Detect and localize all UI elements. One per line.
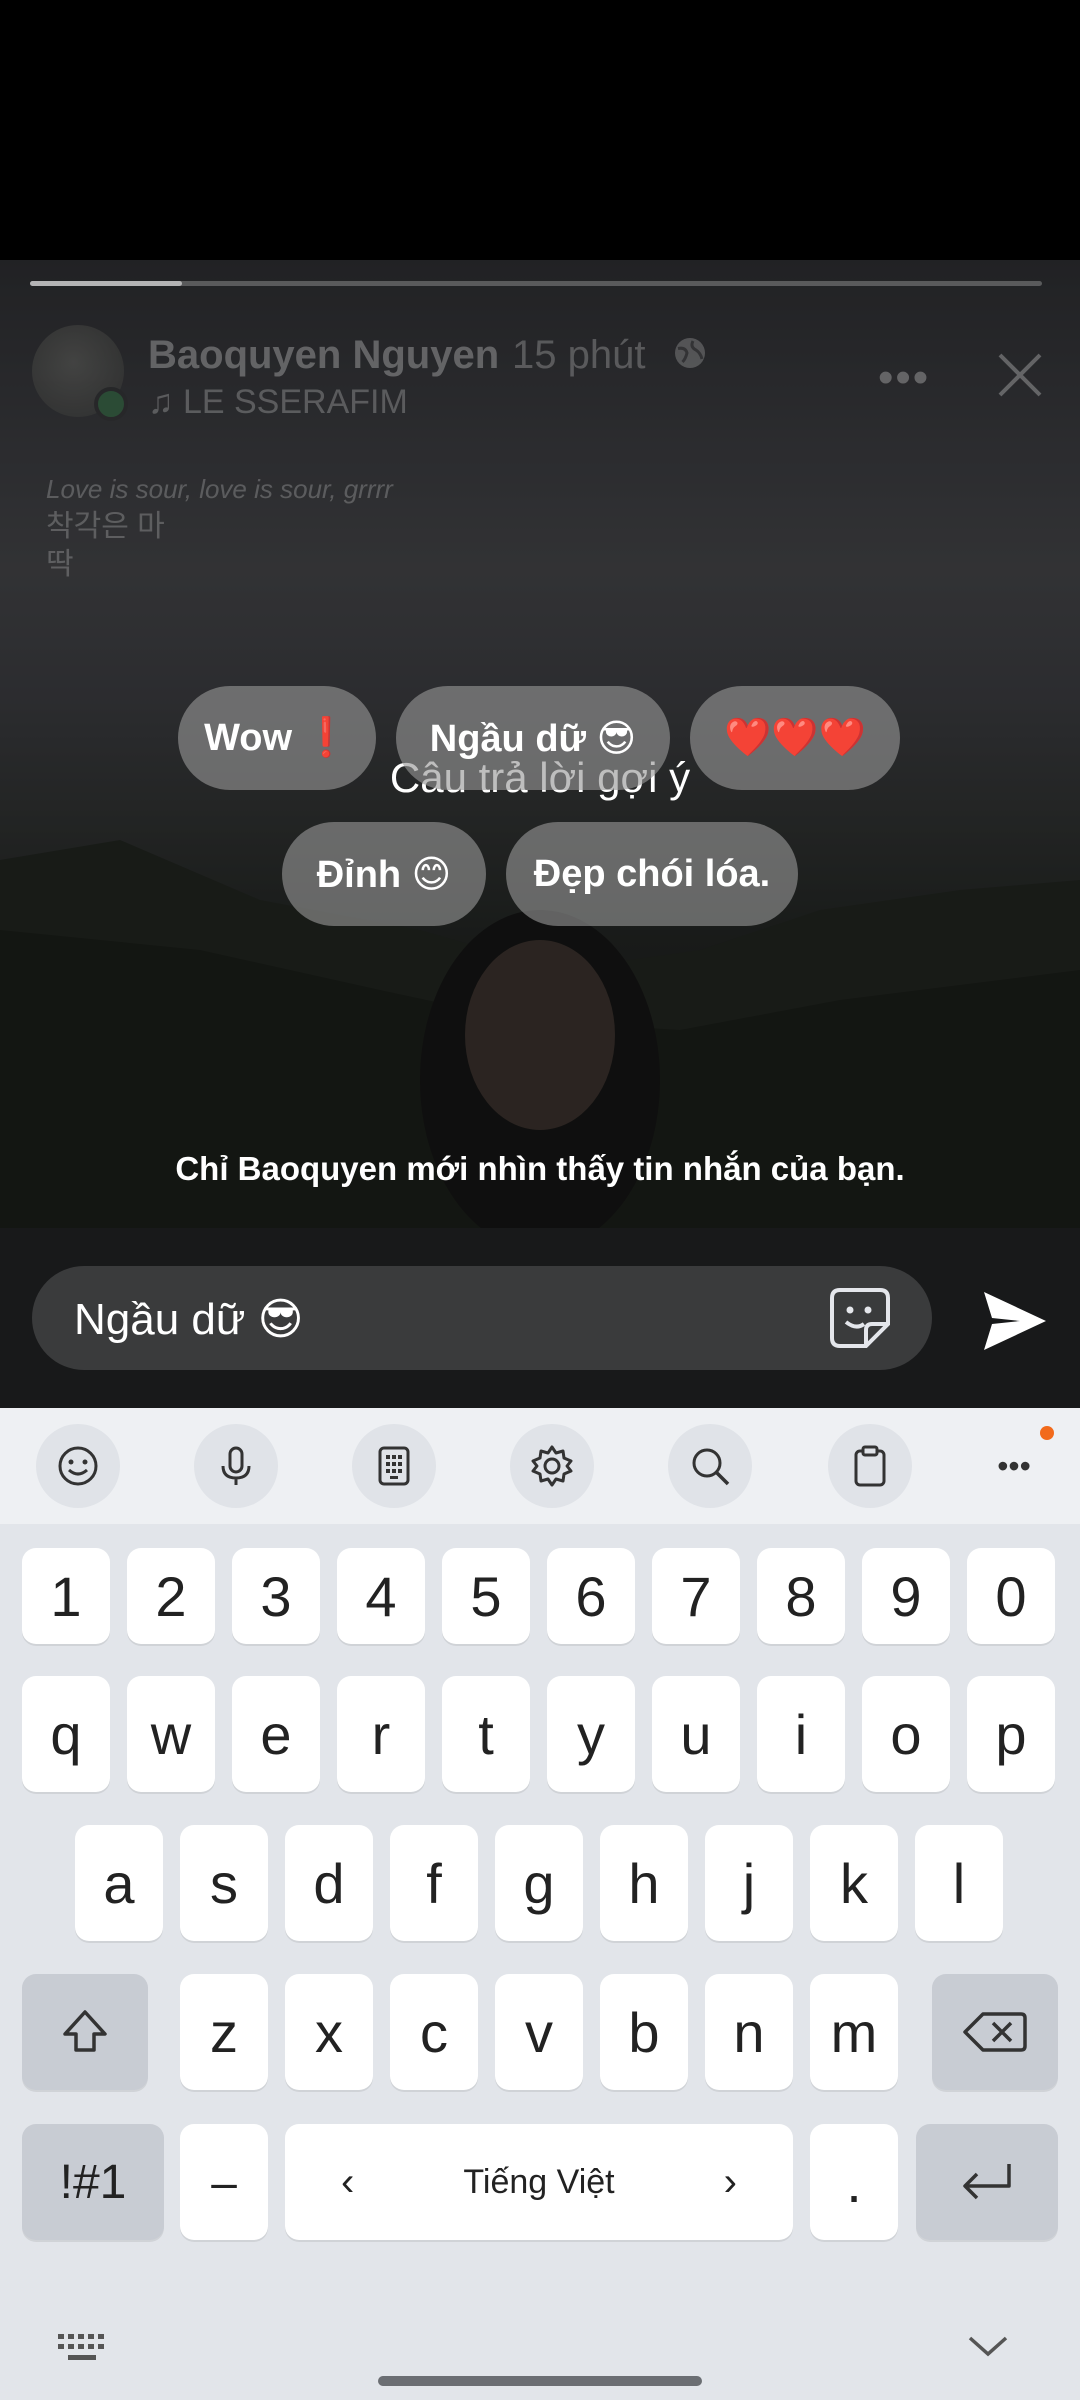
key[interactable]: k bbox=[810, 1825, 898, 1941]
keyboard: ••• 1 2 3 4 5 6 7 8 9 0 q w e r t y u i … bbox=[0, 1408, 1080, 2400]
home-indicator[interactable] bbox=[378, 2376, 702, 2386]
key[interactable]: 2 bbox=[127, 1548, 215, 1644]
key[interactable]: 5 bbox=[442, 1548, 530, 1644]
emoji-icon[interactable] bbox=[36, 1424, 120, 1508]
suggested-reply-chip[interactable]: ❤️❤️❤️ bbox=[690, 686, 900, 790]
key[interactable]: t bbox=[442, 1676, 530, 1792]
chevron-right-icon: › bbox=[723, 2159, 737, 2204]
key[interactable]: 4 bbox=[337, 1548, 425, 1644]
key[interactable]: z bbox=[180, 1974, 268, 2090]
key[interactable]: w bbox=[127, 1676, 215, 1792]
key[interactable]: x bbox=[285, 1974, 373, 2090]
backspace-icon bbox=[963, 2012, 1027, 2052]
key[interactable]: r bbox=[337, 1676, 425, 1792]
reply-input-text: Ngầu dữ 😎 bbox=[74, 1295, 304, 1344]
enter-key[interactable] bbox=[916, 2124, 1058, 2240]
lyric-line: 딱 bbox=[46, 548, 74, 581]
key[interactable]: y bbox=[547, 1676, 635, 1792]
key[interactable]: n bbox=[705, 1974, 793, 2090]
keypad-icon[interactable] bbox=[352, 1424, 436, 1508]
key[interactable]: 7 bbox=[652, 1548, 740, 1644]
dash-key[interactable]: – bbox=[180, 2124, 268, 2240]
key[interactable]: d bbox=[285, 1825, 373, 1941]
close-icon[interactable] bbox=[990, 345, 1050, 405]
microphone-icon[interactable] bbox=[194, 1424, 278, 1508]
settings-icon[interactable] bbox=[510, 1424, 594, 1508]
key[interactable]: 9 bbox=[862, 1548, 950, 1644]
lyric-line: 착각은 마 bbox=[46, 510, 165, 543]
suggested-reply-chip[interactable]: Ngầu dữ 😎 bbox=[396, 686, 670, 790]
clipboard-icon[interactable] bbox=[828, 1424, 912, 1508]
key[interactable]: c bbox=[390, 1974, 478, 2090]
key[interactable]: 0 bbox=[967, 1548, 1055, 1644]
key[interactable]: 3 bbox=[232, 1548, 320, 1644]
key[interactable]: i bbox=[757, 1676, 845, 1792]
symbols-key[interactable]: !#1 bbox=[22, 2124, 164, 2240]
suggested-reply-chip[interactable]: Đẹp chói lóa. bbox=[506, 822, 798, 926]
status-bar bbox=[0, 0, 1080, 260]
keyboard-switch-icon[interactable] bbox=[56, 2330, 112, 2366]
hide-keyboard-icon[interactable] bbox=[966, 2330, 1010, 2360]
key[interactable]: h bbox=[600, 1825, 688, 1941]
period-key[interactable]: . bbox=[810, 2124, 898, 2240]
key[interactable]: v bbox=[495, 1974, 583, 2090]
more-options-icon[interactable]: ••• bbox=[878, 353, 930, 403]
key[interactable]: m bbox=[810, 1974, 898, 2090]
key[interactable]: o bbox=[862, 1676, 950, 1792]
privacy-note: Chỉ Baoquyen mới nhìn thấy tin nhắn của … bbox=[175, 1150, 905, 1187]
music-title: LE SSERAFIM bbox=[182, 383, 408, 421]
key[interactable]: s bbox=[180, 1825, 268, 1941]
key[interactable]: j bbox=[705, 1825, 793, 1941]
shift-icon bbox=[63, 2010, 107, 2052]
story-lyrics: Love is sour, love is sour, grrrr 착각은 마 … bbox=[46, 470, 393, 584]
backspace-key[interactable] bbox=[932, 1974, 1058, 2090]
key[interactable]: e bbox=[232, 1676, 320, 1792]
story-progress-bar bbox=[30, 281, 1042, 286]
shift-key[interactable] bbox=[22, 1974, 148, 2090]
suggested-reply-chip[interactable]: Wow ❗ bbox=[178, 686, 376, 790]
key[interactable]: 8 bbox=[757, 1548, 845, 1644]
space-key-label: Tiếng Việt bbox=[463, 2162, 615, 2201]
key[interactable]: g bbox=[495, 1825, 583, 1941]
story-time: 15 phút bbox=[512, 333, 646, 377]
key[interactable]: 6 bbox=[547, 1548, 635, 1644]
key[interactable]: u bbox=[652, 1676, 740, 1792]
story-music[interactable]: ♫ LE SSERAFIM bbox=[148, 383, 408, 422]
key[interactable]: q bbox=[22, 1676, 110, 1792]
chevron-left-icon: ‹ bbox=[341, 2159, 355, 2204]
story-view[interactable]: Baoquyen Nguyen 15 phút ♫ LE SSERAFIM ••… bbox=[0, 260, 1080, 1228]
music-note-icon: ♫ bbox=[148, 383, 183, 421]
sticker-icon[interactable] bbox=[826, 1284, 894, 1352]
lyric-line: Love is sour, love is sour, grrrr bbox=[46, 474, 393, 504]
key[interactable]: a bbox=[75, 1825, 163, 1941]
suggested-reply-chip[interactable]: Đỉnh 😊 bbox=[282, 822, 486, 926]
notification-dot bbox=[1040, 1426, 1054, 1440]
key[interactable]: f bbox=[390, 1825, 478, 1941]
keyboard-toolbar: ••• bbox=[0, 1408, 1080, 1524]
search-icon[interactable] bbox=[668, 1424, 752, 1508]
space-key[interactable]: ‹ Tiếng Việt › bbox=[285, 2124, 793, 2240]
key[interactable]: l bbox=[915, 1825, 1003, 1941]
enter-icon bbox=[963, 2164, 1011, 2200]
more-icon[interactable]: ••• bbox=[992, 1436, 1036, 1496]
reply-input[interactable]: Ngầu dữ 😎 bbox=[32, 1266, 932, 1370]
story-header: Baoquyen Nguyen 15 phút ♫ LE SSERAFIM ••… bbox=[32, 325, 1048, 425]
online-status-dot bbox=[94, 387, 128, 421]
key[interactable]: b bbox=[600, 1974, 688, 2090]
story-progress-fill bbox=[30, 281, 182, 286]
globe-icon bbox=[675, 338, 705, 368]
send-icon[interactable] bbox=[980, 1286, 1050, 1356]
key[interactable]: p bbox=[967, 1676, 1055, 1792]
key[interactable]: 1 bbox=[22, 1548, 110, 1644]
story-author-name[interactable]: Baoquyen Nguyen bbox=[148, 333, 499, 378]
message-composer: Ngầu dữ 😎 bbox=[0, 1228, 1080, 1408]
